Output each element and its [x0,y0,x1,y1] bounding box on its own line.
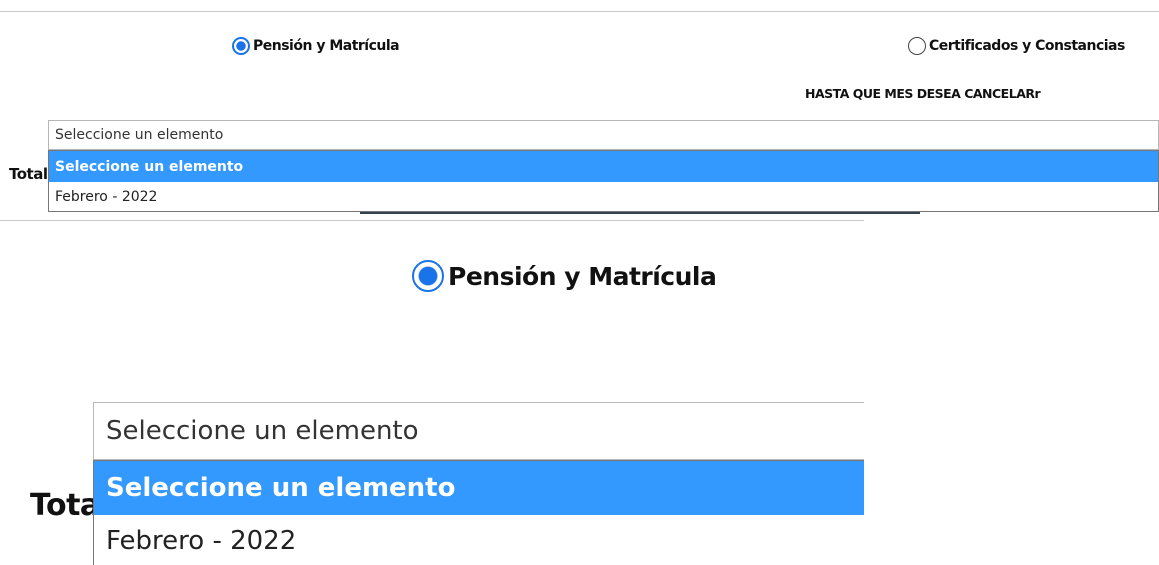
option-febrero-2022[interactable]: Febrero - 2022 [49,182,1158,211]
top-divider [0,11,1159,12]
radio-checked-icon[interactable] [232,37,250,55]
zoomed-month-dropdown-list[interactable]: Seleccione un elemento Febrero - 2022 [93,460,864,565]
month-select[interactable]: Seleccione un elemento [48,120,1159,150]
month-dropdown-list[interactable]: Seleccione un elemento Febrero - 2022 [48,150,1159,212]
radio-unchecked-icon[interactable] [908,37,926,55]
radio-pension-label: Pensión y Matrícula [253,38,400,54]
total-label: Total [9,165,48,183]
payment-form-panel: Pensión y Matrícula Certificados y Const… [0,0,1159,214]
zoomed-radio-pension-label: Pensión y Matrícula [448,261,717,291]
radio-certificados[interactable]: Certificados y Constancias [908,35,1125,57]
zoomed-top-divider [0,220,864,221]
month-select-value: Seleccione un elemento [55,127,224,143]
radio-pension-matricula[interactable]: Pensión y Matrícula [232,35,400,57]
zoomed-month-select[interactable]: Seleccione un elemento [93,402,864,460]
zoomed-option-seleccione[interactable]: Seleccione un elemento [94,461,864,515]
zoomed-radio-pension-matricula[interactable]: Pensión y Matrícula [412,256,717,296]
radio-checked-icon[interactable] [412,260,444,292]
zoomed-month-select-value: Seleccione un elemento [106,416,419,446]
zoomed-option-febrero-2022[interactable]: Febrero - 2022 [94,515,864,565]
zoomed-payment-form-panel: Pensión y Matrícula Total Seleccione un … [0,218,864,565]
month-prompt: HASTA QUE MES DESEA CANCELARr [805,86,1041,101]
radio-certificados-label: Certificados y Constancias [929,38,1125,54]
option-seleccione[interactable]: Seleccione un elemento [49,151,1158,182]
